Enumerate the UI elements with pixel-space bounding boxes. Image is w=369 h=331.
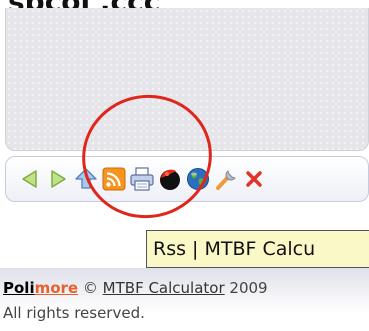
toolbar <box>5 156 369 202</box>
tooltip: Rss | MTBF Calcu <box>146 230 369 268</box>
close-x-icon <box>246 171 262 187</box>
footer: Polimore © MTBF Calculator 2009 All righ… <box>0 268 369 331</box>
globe-icon <box>187 168 209 190</box>
close-button[interactable] <box>240 165 268 193</box>
brand-link-part1[interactable]: Poli <box>3 279 35 297</box>
rss-icon <box>102 167 126 191</box>
rss-button[interactable] <box>100 165 128 193</box>
print-button[interactable] <box>128 165 156 193</box>
theme-ball-icon <box>160 169 180 190</box>
back-arrow-icon <box>22 170 37 188</box>
product-link[interactable]: MTBF Calculator <box>103 279 225 297</box>
rights-text: All rights reserved. <box>3 304 145 322</box>
theme-button[interactable] <box>156 165 184 193</box>
copyright-year: 2009 <box>229 279 268 297</box>
back-button[interactable] <box>16 165 44 193</box>
settings-button[interactable] <box>212 165 240 193</box>
home-up-icon <box>75 168 97 189</box>
brand-link-part2[interactable]: more <box>35 279 79 297</box>
forward-arrow-icon <box>51 170 66 188</box>
content-pane <box>5 8 369 151</box>
footer-copyright-line: Polimore © MTBF Calculator 2009 <box>3 279 268 297</box>
wrench-icon <box>216 170 236 190</box>
forward-button[interactable] <box>44 165 72 193</box>
printer-icon <box>130 167 154 191</box>
home-up-button[interactable] <box>72 165 100 193</box>
copyright-symbol: © <box>82 279 98 297</box>
globe-button[interactable] <box>184 165 212 193</box>
